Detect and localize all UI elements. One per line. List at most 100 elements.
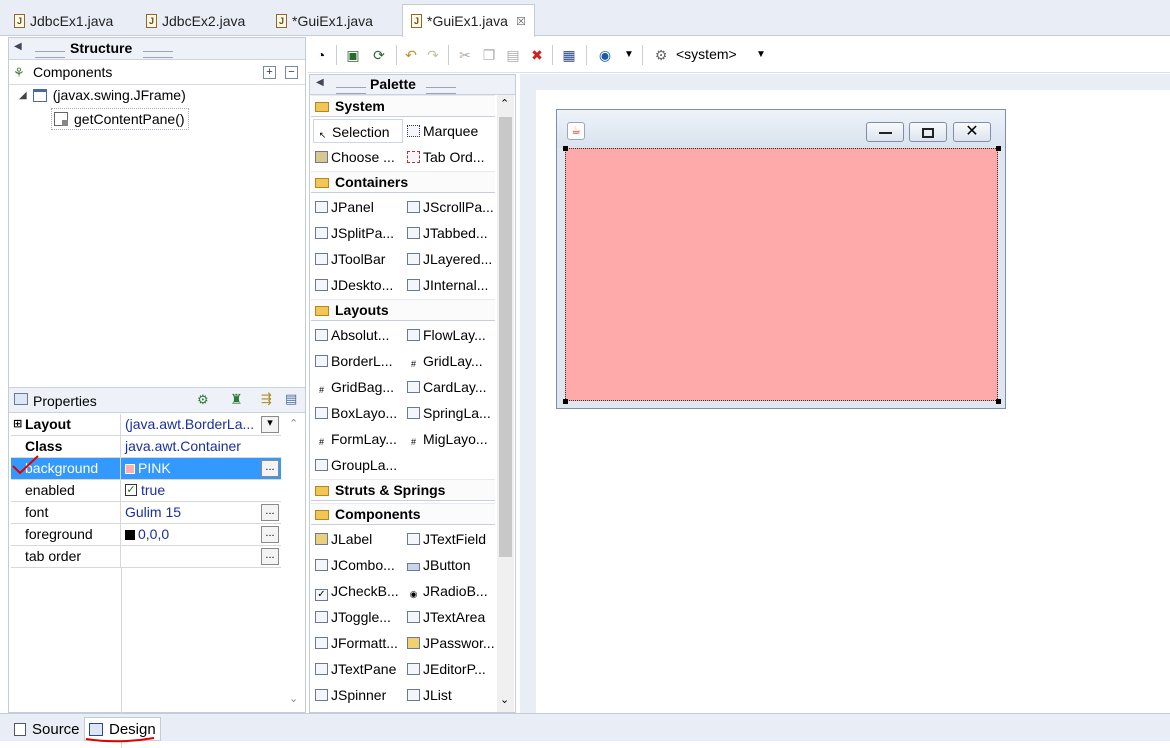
palette-item-jtogglebutton[interactable]: JToggle... <box>313 605 403 629</box>
property-value[interactable]: PINK <box>122 458 262 479</box>
property-row-class[interactable]: Class java.awt.Container <box>11 436 281 458</box>
palette-item-choose[interactable]: Choose ... <box>313 145 403 169</box>
palette-category-components[interactable]: Components <box>311 503 495 525</box>
property-row-background[interactable]: background PINK ... <box>11 458 281 480</box>
palette-item-jeditorpane[interactable]: JEditorP... <box>405 657 495 681</box>
palette-item-jspinner[interactable]: JSpinner <box>313 683 403 707</box>
maximize-button[interactable] <box>909 122 947 142</box>
redo-icon[interactable]: ↷ <box>424 46 442 64</box>
globe-icon[interactable]: ◉ <box>596 46 614 64</box>
palette-item-jscrollpane[interactable]: JScrollPa... <box>405 195 495 219</box>
palette-item-marquee[interactable]: Marquee <box>405 119 495 143</box>
palette-item-jcheckbox[interactable]: ✓ JCheckB... <box>313 579 403 603</box>
jframe-title-bar[interactable]: ☕ ✕ <box>557 110 1005 148</box>
editor-tab-jdbcex2[interactable]: J JdbcEx2.java <box>138 5 253 36</box>
palette-item-jsplitpane[interactable]: JSplitPa... <box>313 221 403 245</box>
palette-item-jlayeredpane[interactable]: JLayered... <box>405 247 495 271</box>
expand-icon[interactable]: ⊞ <box>13 414 22 435</box>
palette-item-jtextarea[interactable]: JTextArea <box>405 605 495 629</box>
palette-item-jlist[interactable]: JList <box>405 683 495 707</box>
edit-button[interactable]: ... <box>261 504 279 521</box>
chevron-down-icon[interactable]: ▼ <box>752 46 770 64</box>
look-and-feel-select[interactable]: <system> <box>676 46 737 62</box>
palette-item-box-layout[interactable]: BoxLayo... <box>313 401 403 425</box>
palette-category-layouts[interactable]: Layouts <box>311 299 495 321</box>
palette-item-form-layout[interactable]: # FormLay... <box>313 427 403 451</box>
tab-order-icon[interactable]: ▦ <box>560 46 578 64</box>
palette-item-jtextfield[interactable]: JTextField <box>405 527 495 551</box>
test-gui-icon[interactable]: ◔ <box>312 46 330 64</box>
collapse-palette-icon[interactable]: ◀ <box>316 77 324 88</box>
palette-item-spring-layout[interactable]: SpringLa... <box>405 401 495 425</box>
collapse-left-icon[interactable]: ◀ <box>14 41 22 52</box>
property-value[interactable]: 0,0,0 <box>122 524 262 545</box>
show-advanced-icon[interactable]: ♜ <box>230 391 243 408</box>
goto-definition-icon[interactable]: ⇶ <box>261 391 272 407</box>
property-value[interactable] <box>122 546 262 567</box>
property-value[interactable]: (java.awt.BorderLa... <box>122 414 262 435</box>
scroll-up-icon[interactable]: ⌃ <box>500 97 509 110</box>
copy-icon[interactable]: ❐ <box>480 46 498 64</box>
collapse-all-icon[interactable]: − <box>285 66 298 79</box>
property-row-tab-order[interactable]: tab order ... <box>11 546 281 568</box>
property-value[interactable]: Gulim 15 <box>122 502 262 523</box>
palette-item-jtextpane[interactable]: JTextPane <box>313 657 403 681</box>
palette-item-jtabbedpane[interactable]: JTabbed... <box>405 221 495 245</box>
palette-item-jformattedtextfield[interactable]: JFormatt... <box>313 631 403 655</box>
jframe-preview[interactable]: ☕ ✕ <box>556 109 1006 409</box>
palette-item-card-layout[interactable]: CardLay... <box>405 375 495 399</box>
palette-item-jbutton[interactable]: JButton <box>405 553 495 577</box>
edit-button[interactable]: ... <box>261 526 279 543</box>
palette-item-border-layout[interactable]: BorderL... <box>313 349 403 373</box>
tree-node-jframe[interactable]: ◢ (javax.swing.JFrame) <box>19 87 186 103</box>
look-and-feel-icon[interactable]: ⚙ <box>652 46 670 64</box>
palette-item-grid-layout[interactable]: # GridLay... <box>405 349 495 373</box>
palette-category-system[interactable]: System <box>311 95 495 117</box>
scroll-down-icon[interactable]: ⌄ <box>289 692 298 705</box>
cut-icon[interactable]: ✂ <box>456 46 474 64</box>
undo-icon[interactable]: ↶ <box>402 46 420 64</box>
palette-item-jradiobutton[interactable]: ◉ JRadioB... <box>405 579 495 603</box>
editor-tab-jdbcex1[interactable]: J JdbcEx1.java <box>6 5 121 36</box>
palette-item-absolute-layout[interactable]: Absolut... <box>313 323 403 347</box>
palette-item-jcombobox[interactable]: JCombo... <box>313 553 403 577</box>
selection-handle[interactable] <box>996 399 1001 404</box>
dropdown-button[interactable]: ▾ <box>261 416 279 433</box>
palette-item-group-layout[interactable]: GroupLa... <box>313 453 403 477</box>
palette-item-selection[interactable]: ↖ Selection <box>313 119 403 143</box>
content-pane[interactable] <box>565 148 998 401</box>
scrollbar-thumb[interactable] <box>499 117 512 557</box>
palette-category-containers[interactable]: Containers <box>311 171 495 193</box>
close-button[interactable]: ✕ <box>953 122 991 142</box>
edit-button[interactable]: ... <box>261 548 279 565</box>
properties-menu-icon[interactable]: ▤ <box>285 391 297 407</box>
palette-item-mig-layout[interactable]: # MigLayo... <box>405 427 495 451</box>
tree-node-content-pane[interactable]: getContentPane() <box>51 108 189 130</box>
property-row-font[interactable]: font Gulim 15 ... <box>11 502 281 524</box>
editor-tab-guiex1-a[interactable]: J *GuiEx1.java <box>268 5 381 36</box>
palette-item-jlabel[interactable]: JLabel <box>313 527 403 551</box>
property-value[interactable]: ✓ true <box>122 480 262 501</box>
show-events-icon[interactable]: ⚙ <box>197 392 209 408</box>
selection-handle[interactable] <box>563 399 568 404</box>
palette-category-struts-springs[interactable]: Struts & Springs <box>311 479 495 501</box>
selection-handle[interactable] <box>996 146 1001 151</box>
palette-item-gridbag-layout[interactable]: # GridBag... <box>313 375 403 399</box>
property-row-layout[interactable]: ⊞ Layout (java.awt.BorderLa... ▾ <box>11 414 281 436</box>
checkbox-icon[interactable]: ✓ <box>125 484 137 496</box>
property-row-foreground[interactable]: foreground 0,0,0 ... <box>11 524 281 546</box>
palette-item-jinternalframe[interactable]: JInternal... <box>405 273 495 297</box>
palette-item-jdesktoppane[interactable]: JDeskto... <box>313 273 403 297</box>
expand-all-icon[interactable]: + <box>263 66 276 79</box>
refresh-icon[interactable]: ⟳ <box>370 46 388 64</box>
palette-item-jpanel[interactable]: JPanel <box>313 195 403 219</box>
paste-icon[interactable]: ▤ <box>504 46 522 64</box>
palette-item-flow-layout[interactable]: FlowLay... <box>405 323 495 347</box>
palette-item-tab-order[interactable]: Tab Ord... <box>405 145 495 169</box>
palette-item-jpasswordfield[interactable]: JPasswor... <box>405 631 495 655</box>
add-component-icon[interactable]: ▣ <box>344 46 362 64</box>
tab-source[interactable]: Source <box>10 717 84 741</box>
chevron-down-icon[interactable]: ▼ <box>620 46 638 64</box>
tree-expander-icon[interactable]: ◢ <box>19 90 27 101</box>
palette-scrollbar[interactable]: ⌃ ⌄ <box>497 95 514 712</box>
